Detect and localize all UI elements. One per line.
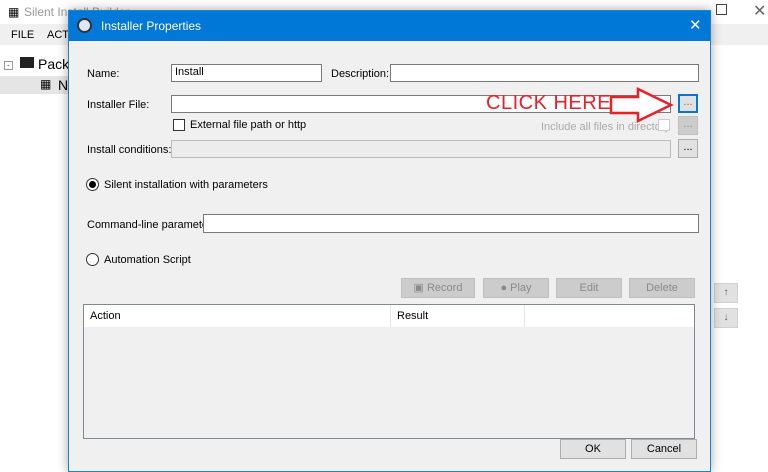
automation-radio[interactable] bbox=[86, 253, 99, 266]
name-input[interactable]: Install bbox=[171, 64, 322, 82]
installer-properties-dialog: Installer Properties ✕ Name: Install Des… bbox=[68, 10, 711, 472]
external-path-label: External file path or http bbox=[190, 119, 307, 131]
folder-icon bbox=[20, 57, 34, 68]
click-here-annotation: CLICK HERE bbox=[486, 92, 612, 114]
menu-file[interactable]: FILE bbox=[11, 29, 34, 41]
record-icon: ▣ bbox=[413, 282, 427, 294]
column-action[interactable]: Action bbox=[84, 305, 391, 327]
dialog-titlebar: Installer Properties ✕ bbox=[69, 11, 710, 41]
ok-button[interactable]: OK bbox=[560, 439, 626, 459]
cmdline-input[interactable] bbox=[203, 214, 699, 233]
play-button[interactable]: ● Play bbox=[483, 278, 549, 298]
package-icon: ▦ bbox=[40, 77, 52, 91]
table-header: Action Result bbox=[84, 305, 694, 327]
description-label: Description: bbox=[331, 68, 390, 80]
maximize-icon[interactable] bbox=[716, 4, 727, 15]
record-button[interactable]: ▣ Record bbox=[401, 278, 475, 298]
silent-radio[interactable] bbox=[86, 178, 99, 191]
install-conditions-input[interactable] bbox=[171, 140, 671, 158]
cmdline-label: Command-line parameters: bbox=[87, 219, 221, 231]
column-result[interactable]: Result bbox=[391, 305, 525, 327]
move-down-button[interactable]: ↓ bbox=[714, 308, 738, 328]
cancel-button[interactable]: Cancel bbox=[631, 439, 697, 459]
browse-directory-button[interactable]: ... bbox=[678, 116, 698, 135]
close-window-icon[interactable]: ✕ bbox=[753, 1, 766, 21]
dialog-title: Installer Properties bbox=[101, 19, 202, 33]
install-conditions-label: Install conditions: bbox=[87, 144, 172, 156]
action-table: Action Result bbox=[83, 304, 695, 439]
arrow-annotation-icon bbox=[609, 87, 674, 123]
name-label: Name: bbox=[87, 68, 120, 80]
installer-file-label: Installer File: bbox=[87, 99, 150, 111]
install-conditions-button[interactable]: ... bbox=[678, 139, 698, 158]
edit-button[interactable]: Edit bbox=[556, 278, 622, 298]
automation-label: Automation Script bbox=[104, 254, 191, 266]
move-up-button[interactable]: ↑ bbox=[714, 283, 738, 303]
collapse-icon[interactable]: - bbox=[4, 61, 13, 70]
delete-button[interactable]: Delete bbox=[629, 278, 695, 298]
silent-label: Silent installation with parameters bbox=[104, 179, 268, 191]
disc-icon bbox=[77, 18, 92, 33]
app-icon: ▦ bbox=[8, 5, 20, 19]
tree-child: N bbox=[58, 77, 69, 93]
description-input[interactable] bbox=[390, 64, 699, 82]
external-path-checkbox[interactable] bbox=[173, 119, 185, 131]
column-filler bbox=[525, 305, 694, 327]
menu-actions[interactable]: ACT bbox=[47, 29, 69, 41]
dialog-close-icon[interactable]: ✕ bbox=[689, 16, 702, 34]
browse-installer-button[interactable]: ... bbox=[678, 94, 698, 113]
play-icon: ● bbox=[500, 282, 511, 294]
